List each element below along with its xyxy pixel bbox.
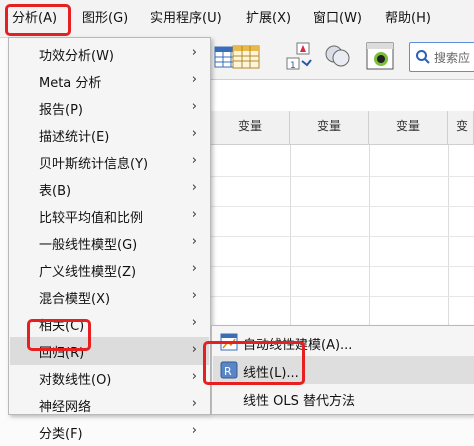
grid-line [211,206,474,207]
chevron-right-icon: › [191,234,197,249]
analyze-menu-highlight [5,4,71,36]
data-table-icon[interactable] [231,41,261,71]
chevron-right-icon: › [191,288,197,303]
menu-graphs[interactable]: 图形(G) [82,9,128,29]
menu-item-mixed-models[interactable]: 混合模型(X) › [10,283,209,311]
chevron-right-icon: › [191,396,197,411]
search-placeholder: 搜索应 [434,51,471,65]
menu-item-generalized-linear-model[interactable]: 广义线性模型(Z) › [10,256,209,284]
menu-item-label: Meta 分析 [39,76,102,91]
menu-item-label: 表(B) [39,184,72,199]
grid-line [211,296,474,297]
chevron-right-icon: › [191,342,197,357]
submenu-item-ols-alternatives[interactable]: 线性 OLS 替代方法 [213,384,474,412]
menu-item-descriptive-statistics[interactable]: 描述统计(E) › [10,121,209,149]
menu-item-loglinear[interactable]: 对数线性(O) › [10,364,209,392]
chevron-right-icon: › [191,423,197,438]
column-header[interactable]: 变量 [211,111,290,145]
select-cases-icon[interactable]: 1 [285,41,315,71]
chevron-right-icon: › [191,261,197,276]
grid-line [211,266,474,267]
chevron-right-icon: › [191,72,197,87]
menu-item-label: 广义线性模型(Z) [39,265,137,280]
menu-item-general-linear-model[interactable]: 一般线性模型(G) › [10,229,209,257]
column-header[interactable]: 变量 [448,111,474,145]
menu-item-label: 分类(F) [39,427,83,442]
grid-line [211,236,474,237]
menu-item-label: 描述统计(E) [39,130,110,145]
search-icon [416,50,430,64]
menu-item-label: 报告(P) [39,103,83,118]
chevron-right-icon: › [191,180,197,195]
chevron-right-icon: › [191,207,197,222]
menu-extensions[interactable]: 扩展(X) [246,9,291,29]
chevron-right-icon: › [191,126,197,141]
menu-item-power-analysis[interactable]: 功效分析(W) › [10,40,209,68]
menu-item-tables[interactable]: 表(B) › [10,175,209,203]
regression-highlight [27,319,91,351]
menu-item-meta-analysis[interactable]: Meta 分析 › [10,67,209,95]
grid-line [211,176,474,177]
menu-utilities[interactable]: 实用程序(U) [150,9,222,29]
value-labels-icon[interactable] [323,41,353,71]
chevron-right-icon: › [191,99,197,114]
menu-item-label: 混合模型(X) [39,292,111,307]
menu-bar: 分析(A) 图形(G) 实用程序(U) 扩展(X) 窗口(W) 帮助(H) [0,0,474,38]
add-sets-icon[interactable] [365,41,395,71]
submenu-item-label: 线性 OLS 替代方法 [243,394,355,409]
menu-item-bayesian-statistics[interactable]: 贝叶斯统计信息(Y) › [10,148,209,176]
linear-highlight [203,341,305,385]
chevron-right-icon: › [191,153,197,168]
chevron-right-icon: › [191,45,197,60]
chevron-right-icon: › [191,369,197,384]
menu-item-label: 贝叶斯统计信息(Y) [39,157,149,172]
menu-item-label: 一般线性模型(G) [39,238,138,253]
menu-item-label: 比较平均值和比例 [39,211,144,226]
menu-window[interactable]: 窗口(W) [313,9,362,29]
menu-item-compare-means[interactable]: 比较平均值和比例 › [10,202,209,230]
column-header[interactable]: 变量 [369,111,448,145]
menu-help[interactable]: 帮助(H) [385,9,431,29]
analyze-menu: 功效分析(W) › Meta 分析 › 报告(P) › 描述统计(E) › 贝叶… [8,37,211,442]
svg-text:1: 1 [290,61,296,71]
toolbar: 1 搜索应 [211,37,474,80]
chevron-right-icon: › [191,315,197,330]
column-header[interactable]: 变量 [290,111,369,145]
menu-item-reports[interactable]: 报告(P) › [10,94,209,122]
menu-item-label: 神经网络 [39,400,92,415]
menu-item-label: 功效分析(W) [39,49,114,64]
menu-item-classify[interactable]: 分类(F) › [10,418,209,446]
search-input[interactable]: 搜索应 [409,42,474,72]
menu-item-label: 对数线性(O) [39,373,112,388]
